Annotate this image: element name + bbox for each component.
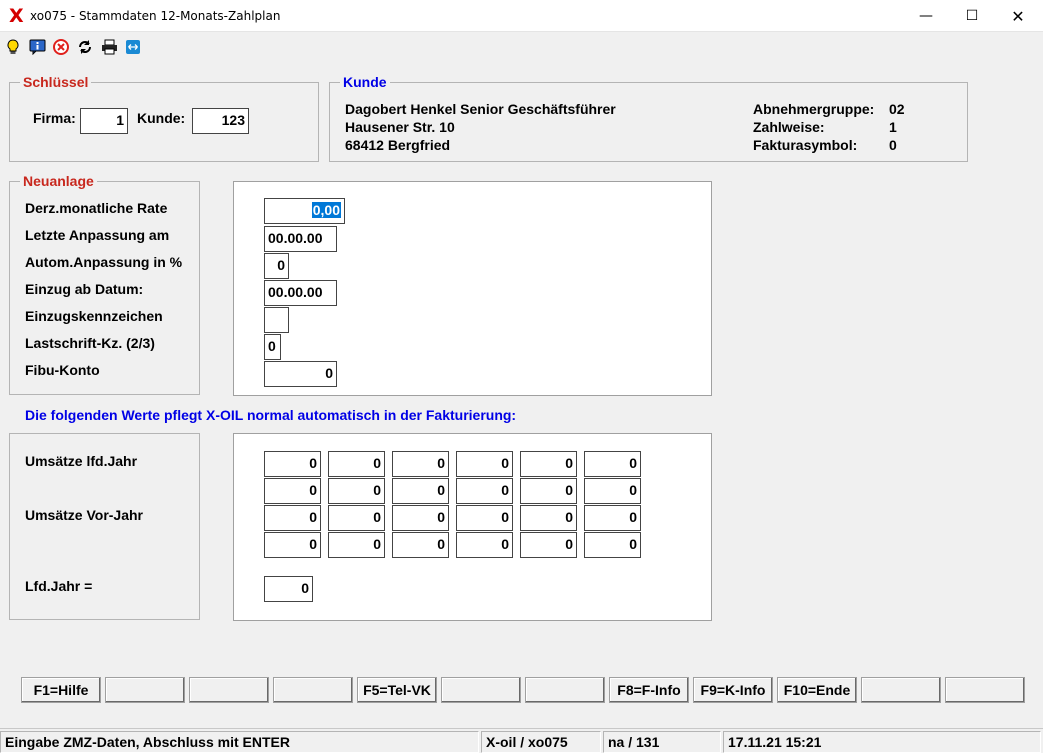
umsatz-field[interactable]: 0 xyxy=(456,505,513,531)
abnehmergruppe-label: Abnehmergruppe: xyxy=(753,101,875,117)
umsatz-field[interactable]: 0 xyxy=(584,478,641,504)
umsaetze-vor-label: Umsätze Vor-Jahr xyxy=(25,507,144,523)
status-program: X-oil / xo075 xyxy=(481,731,601,753)
info-text: Die folgenden Werte pflegt X-OIL normal … xyxy=(25,407,517,423)
lightbulb-icon[interactable] xyxy=(4,38,22,56)
fibu-konto-label: Fibu-Konto xyxy=(25,362,100,378)
fakturasymbol-label: Fakturasymbol: xyxy=(753,137,858,153)
kunde-label: Kunde: xyxy=(137,110,186,126)
einzugskennzeichen-label: Einzugskennzeichen xyxy=(25,308,163,324)
rate-label: Derz.monatliche Rate xyxy=(25,200,168,216)
abnehmergruppe-value: 02 xyxy=(889,101,905,117)
fibu-konto-field[interactable]: 0 xyxy=(264,361,337,387)
anpassung-label: Letzte Anpassung am xyxy=(25,227,170,243)
umsatz-field[interactable]: 0 xyxy=(520,451,577,477)
kunde-field[interactable]: 123 xyxy=(192,108,249,134)
window-title: xo075 - Stammdaten 12-Monats-Zahlplan xyxy=(30,9,281,23)
status-bar: Eingabe ZMZ-Daten, Abschluss mit ENTER X… xyxy=(0,728,1043,753)
umsatz-field[interactable]: 0 xyxy=(456,451,513,477)
customer-street: Hausener Str. 10 xyxy=(345,119,455,135)
umsatz-field[interactable]: 0 xyxy=(264,451,321,477)
umsatz-field[interactable]: 0 xyxy=(392,478,449,504)
remote-icon[interactable] xyxy=(124,38,142,56)
umsatz-field[interactable]: 0 xyxy=(520,532,577,558)
rate-field[interactable]: 0,00 xyxy=(264,198,345,224)
umsatz-field[interactable]: 0 xyxy=(584,505,641,531)
customer-name: Dagobert Henkel Senior Geschäftsführer xyxy=(345,101,616,117)
zahlweise-value: 1 xyxy=(889,119,897,135)
f11-button[interactable] xyxy=(861,677,941,703)
lfd-jahr-field[interactable]: 0 xyxy=(264,576,313,602)
status-user: na / 131 xyxy=(603,731,721,753)
f6-button[interactable] xyxy=(441,677,521,703)
f4-button[interactable] xyxy=(273,677,353,703)
toolbar xyxy=(0,33,1043,61)
firma-label: Firma: xyxy=(33,110,76,126)
umsatz-field[interactable]: 0 xyxy=(392,451,449,477)
f2-button[interactable] xyxy=(105,677,185,703)
f10-ende-button[interactable]: F10=Ende xyxy=(777,677,857,703)
cancel-icon[interactable] xyxy=(52,38,70,56)
neuanlage-legend: Neuanlage xyxy=(20,173,97,189)
umsatz-field[interactable]: 0 xyxy=(520,478,577,504)
zahlweise-label: Zahlweise: xyxy=(753,119,825,135)
f5-tel-vk-button[interactable]: F5=Tel-VK xyxy=(357,677,437,703)
rate-value: 0,00 xyxy=(311,202,341,218)
fakturasymbol-value: 0 xyxy=(889,137,897,153)
lfd-jahr-label: Lfd.Jahr = xyxy=(25,578,93,594)
umsatz-field[interactable]: 0 xyxy=(456,478,513,504)
umsatz-field[interactable]: 0 xyxy=(584,451,641,477)
umsatz-field[interactable]: 0 xyxy=(328,505,385,531)
firma-field[interactable]: 1 xyxy=(80,108,128,134)
umsatz-field[interactable]: 0 xyxy=(328,532,385,558)
app-logo-icon: X xyxy=(9,5,24,27)
lastschrift-label: Lastschrift-Kz. (2/3) xyxy=(25,335,155,351)
einzugskennzeichen-field[interactable] xyxy=(264,307,289,333)
refresh-icon[interactable] xyxy=(76,38,94,56)
f1-help-button[interactable]: F1=Hilfe xyxy=(21,677,101,703)
f12-button[interactable] xyxy=(945,677,1025,703)
umsatz-field[interactable]: 0 xyxy=(264,532,321,558)
umsatz-field[interactable]: 0 xyxy=(456,532,513,558)
autom-anpassung-label: Autom.Anpassung in % xyxy=(25,254,183,270)
f7-button[interactable] xyxy=(525,677,605,703)
umsatz-field[interactable]: 0 xyxy=(264,478,321,504)
info-icon[interactable] xyxy=(28,38,46,56)
lastschrift-field[interactable]: 0 xyxy=(264,334,281,360)
einzug-field[interactable]: 00.00.00 xyxy=(264,280,337,306)
f3-button[interactable] xyxy=(189,677,269,703)
anpassung-field[interactable]: 00.00.00 xyxy=(264,226,337,252)
umsatz-field[interactable]: 0 xyxy=(328,451,385,477)
umsatz-field[interactable]: 0 xyxy=(264,505,321,531)
umsatz-field[interactable]: 0 xyxy=(328,478,385,504)
umsatz-field[interactable]: 0 xyxy=(584,532,641,558)
customer-city: 68412 Bergfried xyxy=(345,137,451,153)
umsatz-field[interactable]: 0 xyxy=(520,505,577,531)
status-message: Eingabe ZMZ-Daten, Abschluss mit ENTER xyxy=(0,731,479,753)
schluessel-legend: Schlüssel xyxy=(20,74,92,90)
minimize-button[interactable]: — xyxy=(903,0,949,32)
printer-icon[interactable] xyxy=(100,38,118,56)
maximize-button[interactable]: ☐ xyxy=(949,0,995,32)
close-button[interactable]: ✕ xyxy=(995,0,1041,32)
title-bar: X xo075 - Stammdaten 12-Monats-Zahlplan … xyxy=(0,0,1043,32)
kunde-legend: Kunde xyxy=(340,74,390,90)
umsatz-field[interactable]: 0 xyxy=(392,505,449,531)
umsaetze-lfd-label: Umsätze lfd.Jahr xyxy=(25,453,138,469)
status-datetime: 17.11.21 15:21 xyxy=(723,731,1041,753)
einzug-label: Einzug ab Datum: xyxy=(25,281,144,297)
autom-anpassung-field[interactable]: 0 xyxy=(264,253,289,279)
f8-f-info-button[interactable]: F8=F-Info xyxy=(609,677,689,703)
f9-k-info-button[interactable]: F9=K-Info xyxy=(693,677,773,703)
umsatz-field[interactable]: 0 xyxy=(392,532,449,558)
